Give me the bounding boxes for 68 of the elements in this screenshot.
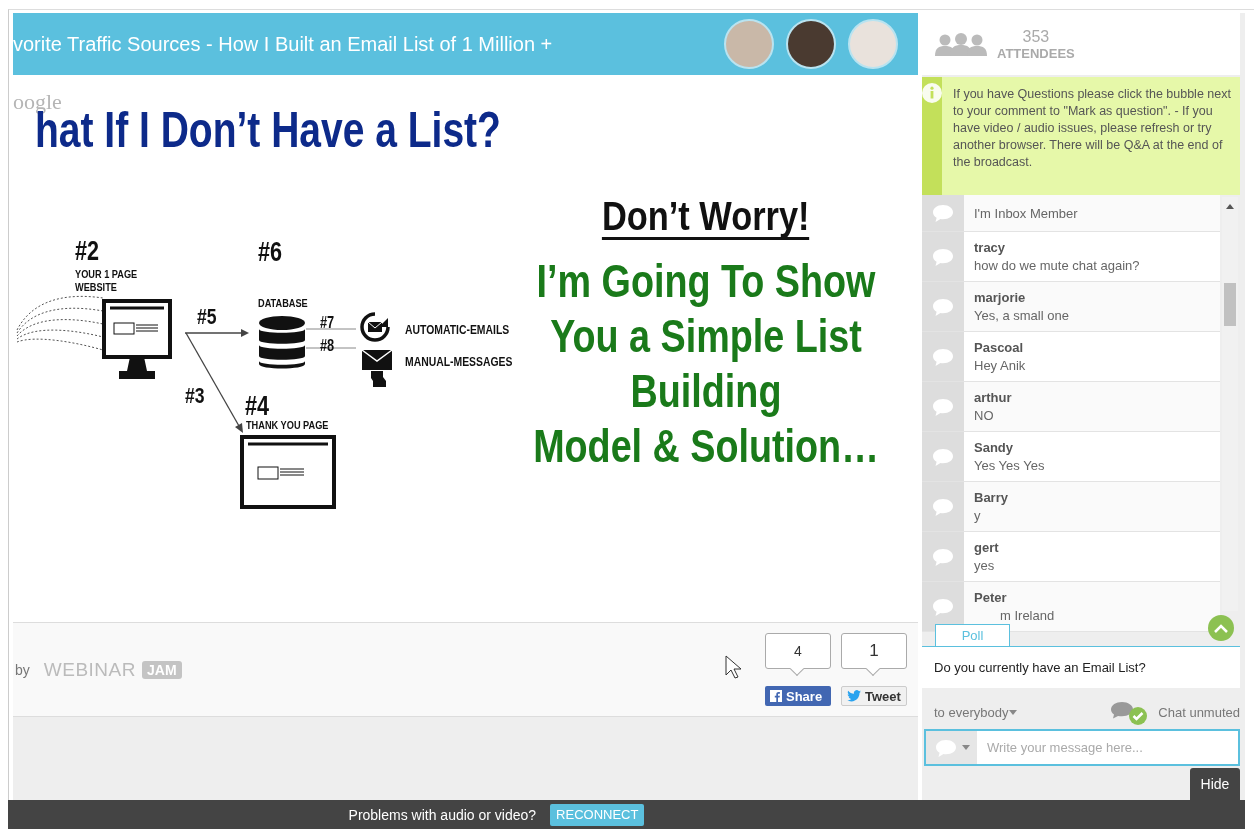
bird-icon — [847, 690, 861, 702]
refresh-mail-icon — [360, 312, 390, 342]
envelope-hand-icon — [361, 349, 393, 387]
webinar-title: vorite Traffic Sources - How I Built an Email List of 1 Million + — [13, 32, 553, 56]
attendees-label: ATTENDEES — [997, 45, 1075, 61]
chat-status: Chat unmuted — [1158, 705, 1240, 720]
share-count: 4 — [765, 633, 831, 676]
notice-text: If you have Questions please click the bubble next to your comment to "Mark as question". - If you have video / audio issues, please refresh or try another browser. There will be Q&A at the end of the broadcast. — [952, 86, 1232, 171]
scrollbar-thumb[interactable] — [1224, 283, 1236, 326]
chevron-up-icon — [1214, 623, 1228, 633]
chat-author: arthur — [974, 390, 1012, 405]
diagram-label: #5 — [197, 306, 217, 328]
chat-author: tracy — [974, 240, 1007, 255]
chat-message: m Ireland — [999, 608, 1055, 623]
diagram-label: DATABASE — [258, 298, 308, 310]
diagram-label: #2 — [75, 238, 100, 265]
collapse-button[interactable] — [1208, 615, 1234, 641]
chat-author: Pascoal — [974, 340, 1025, 355]
avatar — [724, 19, 774, 69]
database-icon — [258, 315, 306, 371]
diagram-label: #6 — [258, 239, 283, 266]
mouse-pointer-icon — [725, 654, 741, 679]
message-field[interactable]: Write your message here... — [924, 729, 1240, 766]
diagram-label: AUTOMATIC-EMAILS — [405, 323, 510, 336]
chat-author: marjorie — [974, 290, 1027, 305]
chat-message: Yes, a small one — [974, 308, 1069, 323]
share-button[interactable]: Share — [765, 686, 831, 706]
speech-bubble-icon[interactable] — [931, 202, 955, 224]
chat-author: Sandy — [974, 440, 1014, 455]
chat-message: Hey Anik — [974, 358, 1026, 373]
chat-message: how do we mute chat again? — [974, 258, 1140, 273]
by-label: by — [15, 661, 30, 678]
connector-line — [306, 328, 356, 330]
diagram-label: WEBSITE — [75, 282, 117, 294]
diagram-label: #7 — [320, 315, 335, 331]
diagram-label: #8 — [320, 338, 335, 354]
diagram-label: YOUR 1 PAGE — [75, 269, 138, 281]
people-icon — [935, 32, 987, 56]
poll-question: Do you currently have an Email List? — [922, 646, 1240, 688]
avatar — [848, 19, 898, 69]
brand-name: WEBINAR — [43, 658, 136, 681]
chat-message: yes — [974, 558, 996, 573]
tweet-button[interactable]: Tweet — [841, 686, 907, 706]
diagram-label: #4 — [245, 393, 270, 420]
diagram-label: MANUAL-MESSAGES — [405, 355, 513, 368]
caret-icon[interactable] — [961, 745, 970, 750]
recipient-dropdown[interactable]: to everybody — [934, 705, 1018, 720]
avatar — [786, 19, 836, 69]
caret-icon — [1009, 710, 1018, 715]
chat-author: Barry — [974, 490, 1008, 505]
chat-author: gert — [974, 540, 999, 555]
chat-author: Peter — [974, 590, 1008, 605]
connector-line — [306, 347, 356, 349]
slide-text: I’m Going To Show You a Simple List Building Model & Solution… — [532, 254, 880, 474]
attendee-count: 353 — [1022, 27, 1050, 46]
chat-message: Yes Yes Yes — [974, 458, 1045, 473]
diagram-label: #3 — [185, 385, 205, 407]
diagram-label: THANK YOU PAGE — [246, 420, 329, 432]
facebook-icon — [770, 690, 782, 702]
tweet-count: 1 — [841, 633, 907, 676]
hide-button[interactable]: Hide — [1190, 768, 1240, 800]
chat-message: I'm Inbox Member — [974, 205, 1078, 221]
slide-headline: Don’t Worry! — [602, 195, 810, 240]
chat-message: NO — [974, 408, 995, 423]
connection-message: Problems with audio or video? — [348, 806, 537, 823]
chat-message: y — [974, 508, 982, 523]
scroll-up-icon — [1226, 204, 1234, 209]
brand-badge: JAM — [142, 660, 182, 679]
